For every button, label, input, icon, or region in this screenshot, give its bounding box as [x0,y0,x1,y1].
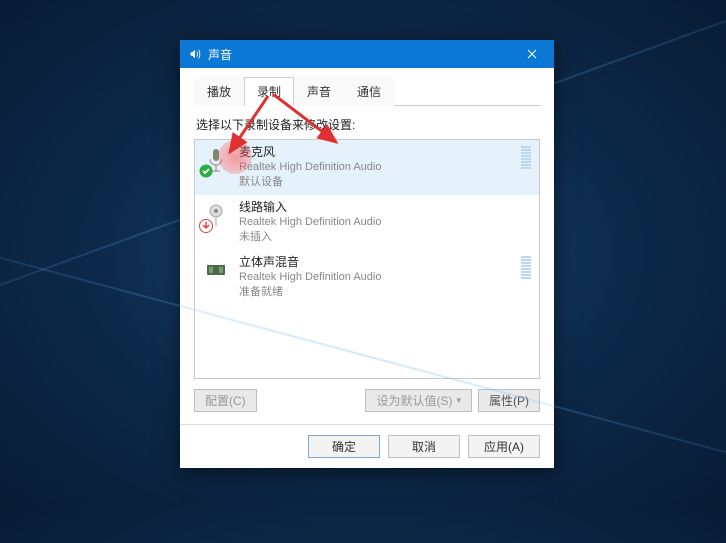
instruction-text: 选择以下录制设备来修改设置: [196,116,538,133]
device-line-in[interactable]: 线路输入 Realtek High Definition Audio 未插入 [195,195,539,250]
device-text: 麦克风 Realtek High Definition Audio 默认设备 [239,144,517,190]
line-in-icon [201,199,231,231]
device-name: 麦克风 [239,144,517,160]
check-icon [199,164,213,178]
tab-comm[interactable]: 通信 [344,77,394,106]
device-status: 默认设备 [239,175,517,190]
tab-sounds[interactable]: 声音 [294,77,344,106]
device-microphone[interactable]: 麦克风 Realtek High Definition Audio 默认设备 [195,140,539,195]
device-name: 立体声混音 [239,254,517,270]
set-default-button[interactable]: 设为默认值(S)▾ [365,389,472,412]
device-driver: Realtek High Definition Audio [239,270,517,285]
tab-playback[interactable]: 播放 [194,77,244,106]
device-list[interactable]: 麦克风 Realtek High Definition Audio 默认设备 线… [194,139,540,379]
device-driver: Realtek High Definition Audio [239,160,517,175]
dialog-footer: 确定 取消 应用(A) [180,424,554,468]
device-status: 未插入 [239,230,533,245]
level-meter [521,256,531,279]
device-text: 立体声混音 Realtek High Definition Audio 准备就绪 [239,254,517,300]
titlebar: 声音 [180,40,554,68]
microphone-icon [201,144,231,176]
level-meter [521,146,531,169]
close-button[interactable] [514,40,550,68]
device-status: 准备就绪 [239,285,517,300]
device-name: 线路输入 [239,199,533,215]
tab-recording[interactable]: 录制 [244,77,294,106]
close-icon [527,49,537,59]
apply-button[interactable]: 应用(A) [468,435,540,458]
properties-button[interactable]: 属性(P) [478,389,540,412]
stereo-mix-icon [201,254,231,286]
tab-bar: 播放 录制 声音 通信 [194,76,540,106]
chevron-down-icon: ▾ [456,395,461,406]
device-stereo-mix[interactable]: 立体声混音 Realtek High Definition Audio 准备就绪 [195,250,539,305]
ok-button[interactable]: 确定 [308,435,380,458]
device-text: 线路输入 Realtek High Definition Audio 未插入 [239,199,533,245]
device-driver: Realtek High Definition Audio [239,215,533,230]
configure-button[interactable]: 配置(C) [194,389,257,412]
sound-dialog: 声音 播放 录制 声音 通信 选择以下录制设备来修改设置: 麦克风 Realte… [180,40,554,468]
dialog-content: 播放 录制 声音 通信 选择以下录制设备来修改设置: 麦克风 Realtek H… [180,68,554,424]
device-buttons: 配置(C) 设为默认值(S)▾ 属性(P) [194,389,540,412]
cancel-button[interactable]: 取消 [388,435,460,458]
dialog-title: 声音 [208,46,514,63]
sound-icon [188,47,202,61]
down-arrow-icon [199,219,213,233]
